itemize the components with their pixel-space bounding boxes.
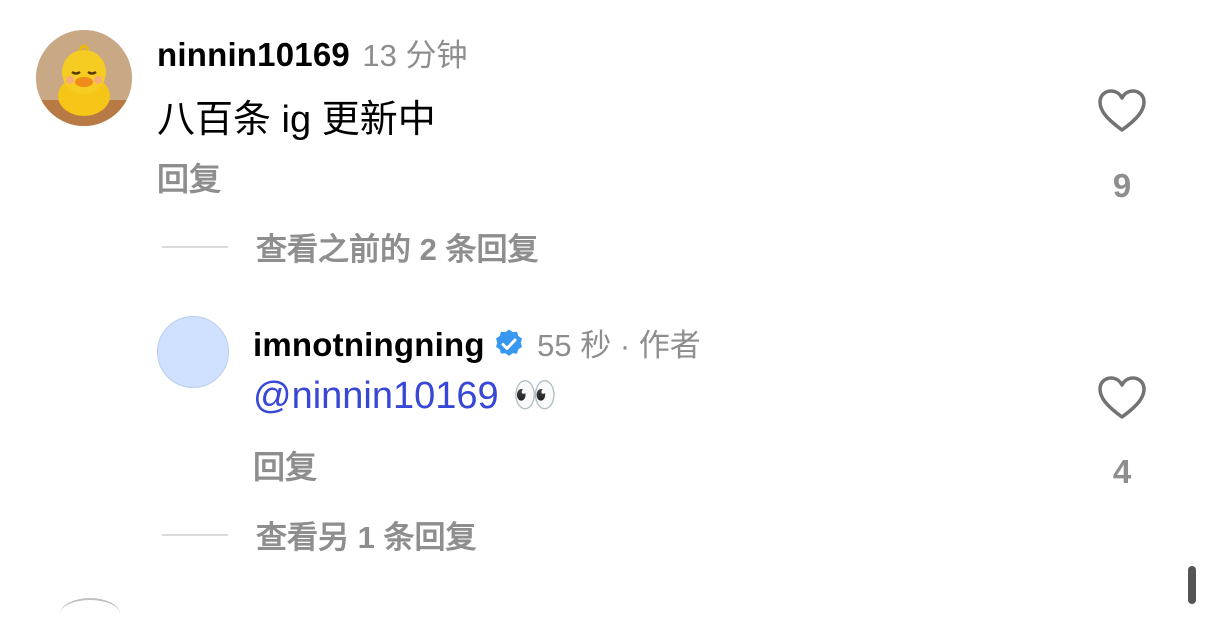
timestamp: 55 秒 · 作者	[537, 328, 701, 363]
mention-link[interactable]: @ninnin10169	[253, 375, 499, 417]
comment-text: @ninnin10169 👀	[253, 374, 558, 418]
view-previous-replies-button[interactable]: 查看之前的 2 条回复	[162, 224, 538, 269]
view-replies-label: 查看另 1 条回复	[256, 520, 477, 555]
reply-button[interactable]: 回复	[157, 154, 221, 200]
view-more-replies-button[interactable]: 查看另 1 条回复	[162, 512, 476, 557]
heart-icon	[1098, 89, 1146, 132]
timestamp: 13 分钟	[362, 38, 468, 73]
avatar-blank[interactable]	[157, 316, 229, 388]
thread-line	[162, 533, 228, 536]
reply-button[interactable]: 回复	[253, 442, 317, 488]
comment-text: 八百条 ig 更新中	[157, 99, 436, 141]
comment-header-2: imnotningning 55 秒 · 作者	[253, 320, 701, 365]
username[interactable]: ninnin10169	[157, 36, 350, 73]
heart-icon	[1098, 376, 1146, 419]
scrollbar[interactable]	[1188, 566, 1196, 604]
verified-badge-icon	[495, 329, 522, 356]
thread-line	[162, 245, 228, 248]
like-button-1[interactable]	[1097, 88, 1147, 139]
view-replies-label: 查看之前的 2 条回复	[256, 232, 539, 267]
like-count: 4	[1112, 453, 1132, 490]
avatar-duck[interactable]	[36, 30, 132, 126]
next-comment-avatar	[60, 598, 120, 630]
like-button-2[interactable]	[1097, 375, 1147, 426]
comment-header-1: ninnin10169 13 分钟	[157, 30, 468, 75]
eyes-emoji: 👀	[512, 374, 558, 415]
like-count: 9	[1112, 167, 1132, 204]
username[interactable]: imnotningning	[253, 326, 485, 363]
